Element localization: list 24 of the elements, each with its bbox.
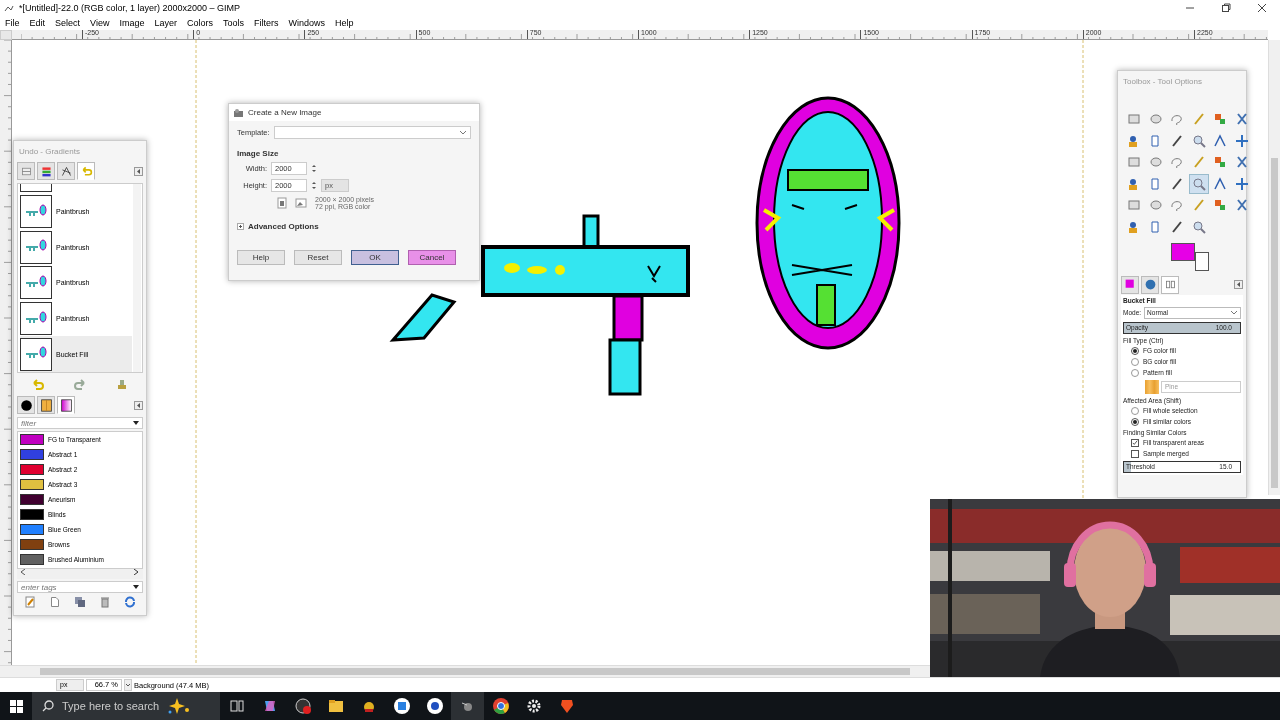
menu-item[interactable]: Tools: [222, 18, 244, 28]
dialog-button[interactable]: Cancel: [408, 250, 456, 265]
dialog-button[interactable]: Help: [237, 250, 285, 265]
dialog-title: Create a New Image: [248, 108, 322, 117]
dialog-button[interactable]: OK: [351, 250, 399, 265]
panel-title: Toolbox - Tool Options: [1122, 76, 1203, 88]
filter-field[interactable]: filter: [17, 417, 143, 429]
menu-item[interactable]: Select: [55, 18, 81, 28]
menu-item[interactable]: File: [5, 18, 20, 28]
taskbar-search-field[interactable]: Type here to search: [32, 692, 220, 720]
section-heading: Image Size: [237, 149, 280, 158]
menu-item[interactable]: Image: [119, 18, 145, 28]
menu-item[interactable]: Layer: [154, 18, 177, 28]
tags-field[interactable]: enter tags: [17, 581, 143, 593]
menu-item[interactable]: Windows: [288, 18, 325, 28]
dialog-button[interactable]: Reset: [294, 250, 342, 265]
menu-item[interactable]: Filters: [253, 18, 279, 28]
menu-item[interactable]: Help: [335, 18, 354, 28]
menu-item[interactable]: Edit: [29, 18, 46, 28]
panel-title: Undo - Gradients: [18, 146, 81, 158]
window-title: *[Untitled]-22.0 (RGB color, 1 layer) 2000x2000 – GIMP: [19, 3, 241, 13]
menu-item[interactable]: Colors: [186, 18, 213, 28]
advanced-options-toggle[interactable]: Advanced Options: [248, 222, 319, 231]
menu-item[interactable]: View: [90, 18, 110, 28]
